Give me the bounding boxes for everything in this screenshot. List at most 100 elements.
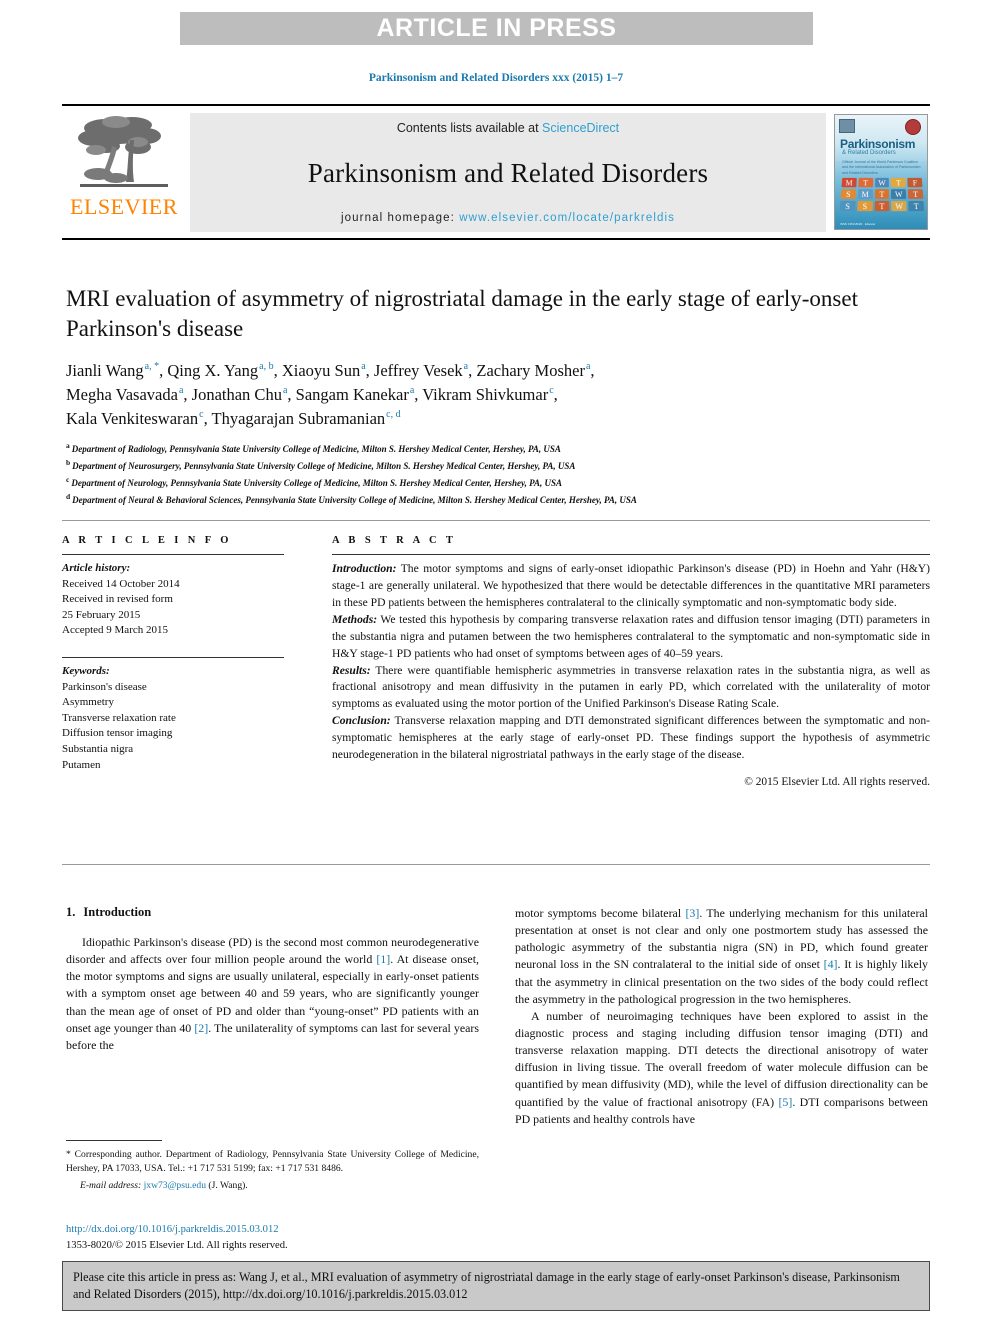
affiliation-item: b Department of Neurosurgery, Pennsylvani… — [66, 457, 876, 474]
cover-cell: M — [841, 177, 857, 188]
contents-prefix: Contents lists available at — [396, 121, 539, 135]
abstract-paragraph: Methods: We tested this hypothesis by co… — [332, 612, 930, 663]
citation-ref-1[interactable]: [1] — [376, 952, 390, 966]
article-history-line: Received in revised form — [62, 593, 173, 606]
email-line: E-mail address: jxw73@psu.edu (J. Wang). — [66, 1179, 479, 1193]
keyword-item: Substantia nigra — [62, 743, 134, 756]
footnote-text: Corresponding author. Department of Radi… — [66, 1149, 479, 1175]
author-name: Xiaoyu Sun — [281, 360, 361, 380]
keywords-group: Keywords: Parkinson's disease Asymmetry … — [62, 664, 284, 773]
article-history-line: Accepted 9 March 2015 — [62, 624, 168, 637]
issn-copyright-line: 1353-8020/© 2015 Elsevier Ltd. All right… — [66, 1239, 288, 1251]
author-item: Jeffrey Veseka — [374, 361, 468, 380]
author-item: Vikram Shivkumarc — [422, 385, 553, 404]
author-item: Jonathan Chua — [192, 385, 288, 404]
cover-title: Parkinsonism — [840, 137, 916, 151]
article-history-label: Article history: — [62, 562, 131, 574]
email-link[interactable]: jxw73@psu.edu — [144, 1180, 206, 1191]
body-paragraph: motor symptoms become bilateral [3]. The… — [515, 905, 928, 1008]
author-item: Sangam Kanekara — [296, 385, 415, 404]
keyword-item: Asymmetry — [62, 696, 114, 709]
author-item: Megha Vasavadaa — [66, 385, 183, 404]
affiliation-text: Department of Neurology, Pennsylvania St… — [71, 478, 562, 489]
author-item: Kala Venkiteswaranc — [66, 409, 204, 428]
body-column-left: 1. Introduction Idiopathic Parkinson's di… — [66, 905, 479, 1128]
cover-cell: T — [907, 189, 924, 199]
introduction-text-left: Idiopathic Parkinson's disease (PD) is t… — [66, 934, 479, 1054]
article-in-press-label: ARTICLE IN PRESS — [376, 14, 617, 42]
author-affiliation-mark: a — [361, 361, 366, 373]
cover-badge-left-icon — [839, 119, 855, 133]
cover-cell: S — [840, 189, 857, 199]
author-item: Jianli Wanga, * — [66, 361, 159, 380]
abstract-column: A B S T R A C T Introduction: The motor … — [300, 535, 930, 864]
journal-title: Parkinsonism and Related Disorders — [307, 158, 709, 188]
author-affiliation-mark: c — [199, 409, 204, 421]
citation-ref-5[interactable]: [5] — [778, 1095, 792, 1109]
author-affiliation-mark: a — [585, 361, 591, 373]
citation-ref-3[interactable]: [3] — [685, 906, 699, 920]
affiliation-text: Department of Radiology, Pennsylvania St… — [71, 444, 561, 455]
author-name: Megha Vasavada — [66, 384, 178, 404]
cover-cell: T — [908, 200, 925, 212]
abstract-heading: A B S T R A C T — [332, 535, 457, 546]
corresponding-author-footnote: * Corresponding author. Department of Ra… — [66, 1148, 479, 1193]
article-history-line: Received 14 October 2014 — [62, 577, 180, 590]
section-heading-introduction: 1. Introduction — [66, 905, 479, 920]
journal-masthead: ELSEVIER Contents lists available at Sci… — [62, 104, 930, 240]
section-title-text: Introduction — [83, 905, 152, 919]
affiliation-mark: d — [66, 492, 71, 502]
article-info-heading: A R T I C L E I N F O — [62, 535, 232, 546]
abstract-section-text: Transverse relaxation mapping and DTI de… — [332, 714, 930, 762]
article-in-press-banner: ARTICLE IN PRESS — [180, 12, 813, 45]
cover-badge-right-icon — [905, 119, 921, 135]
author-name: Zachary Mosher — [476, 360, 585, 380]
author-item: Xiaoyu Suna — [282, 361, 366, 380]
abstract-section-lead: Conclusion: — [332, 714, 391, 728]
article-info-column: A R T I C L E I N F O Article history: R… — [62, 535, 300, 864]
sciencedirect-link[interactable]: ScienceDirect — [542, 121, 619, 135]
homepage-url-link[interactable]: www.elsevier.com/locate/parkreldis — [459, 212, 675, 224]
cover-cell: T — [874, 189, 890, 199]
article-info-abstract-panel: A R T I C L E I N F O Article history: R… — [62, 520, 930, 865]
author-item: Qing X. Yanga, b — [167, 361, 273, 380]
author-name: Vikram Shivkumar — [422, 384, 549, 404]
keywords-divider — [62, 657, 284, 659]
author-name: Jianli Wang — [66, 360, 144, 380]
title-and-authors-block: MRI evaluation of asymmetry of nigrostri… — [66, 284, 876, 508]
author-item: Thyagarajan Subramanianc, d — [212, 409, 401, 428]
please-cite-box: Please cite this article in press as: Wa… — [62, 1261, 930, 1311]
email-label: E-mail address: — [80, 1179, 142, 1191]
homepage-prefix: journal homepage: — [341, 212, 455, 224]
body-paragraph: A number of neuroimaging techniques have… — [515, 1008, 928, 1128]
abstract-section-text: There were quantifiable hemispheric asym… — [332, 663, 930, 711]
cover-cell: W — [874, 177, 890, 188]
masthead-center-panel: Contents lists available at ScienceDirec… — [190, 113, 826, 232]
author-item: Zachary Moshera — [476, 361, 590, 380]
abstract-paragraph: Results: There were quantifiable hemisph… — [332, 663, 930, 714]
elsevier-tree-icon — [78, 116, 168, 187]
author-affiliation-mark: c, d — [386, 409, 401, 421]
cover-calendar-grid: M T W T F S M T W T S S T W T — [839, 177, 925, 212]
cover-cell: T — [891, 177, 906, 188]
running-head: Parkinsonism and Related Disorders xxx (… — [368, 72, 624, 84]
keyword-item: Parkinson's disease — [62, 680, 147, 693]
author-name: Sangam Kanekar — [295, 384, 409, 404]
citation-ref-2[interactable]: [2] — [194, 1021, 208, 1035]
body-paragraph: Idiopathic Parkinson's disease (PD) is t… — [66, 934, 479, 1054]
keyword-item: Putamen — [62, 758, 101, 771]
doi-link[interactable]: http://dx.doi.org/10.1016/j.parkreldis.2… — [66, 1222, 479, 1238]
citation-ref-4[interactable]: [4] — [824, 957, 838, 971]
author-name: Jeffrey Vesek — [373, 360, 463, 380]
journal-cover-thumbnail[interactable]: Parkinsonism & Related Disorders Officia… — [834, 114, 928, 230]
elsevier-wordmark: ELSEVIER — [70, 194, 178, 219]
author-list: Jianli Wanga, *, Qing X. Yanga, b, Xiaoy… — [66, 360, 595, 428]
cover-cell: T — [874, 200, 890, 212]
cover-blurb: Official Journal of the World Parkinson … — [842, 160, 921, 175]
affiliation-list: a Department of Radiology, Pennsylvania S… — [66, 440, 876, 507]
cite-text: Please cite this article in press as: Wa… — [73, 1270, 900, 1302]
affiliation-item: a Department of Radiology, Pennsylvania S… — [66, 440, 876, 457]
affiliation-mark: a — [66, 441, 70, 451]
author-name: Qing X. Yang — [167, 360, 259, 380]
